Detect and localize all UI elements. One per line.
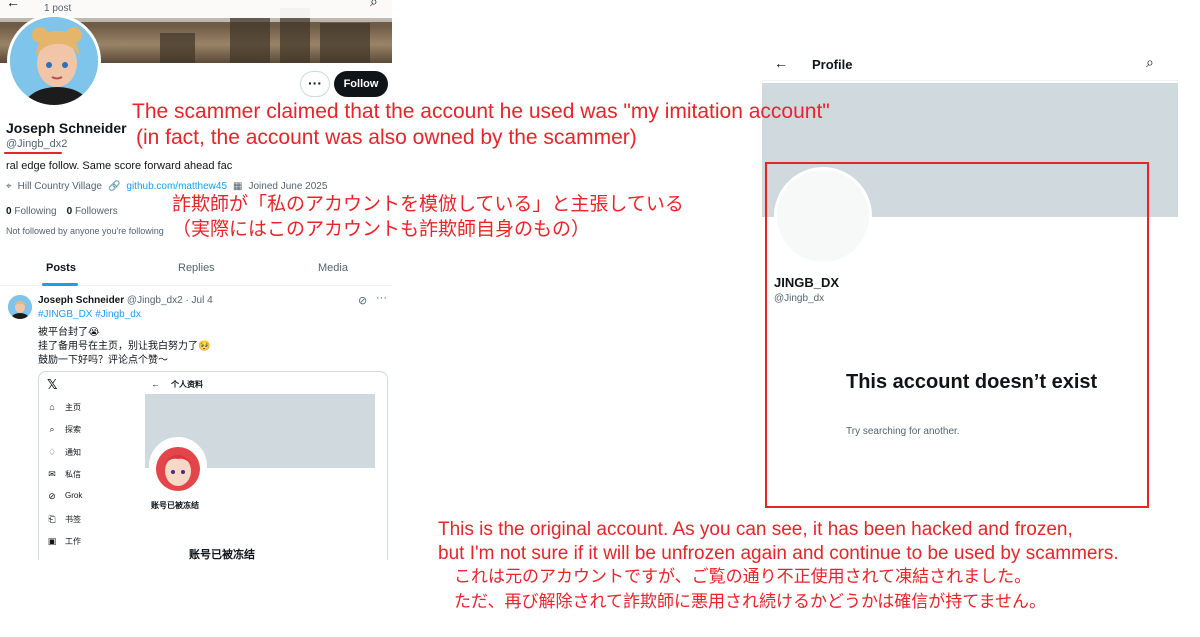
embed-nav-item: ⌕ 探索 <box>47 424 81 435</box>
home-icon: ⌂ <box>49 402 55 412</box>
search-icon[interactable]: ⌕ <box>1146 54 1154 71</box>
more-options-button[interactable]: ··· <box>300 71 330 97</box>
embed-nav-item: ⊘ Grok <box>48 491 83 501</box>
annotation-en-3: This is the original account. As you can… <box>438 519 1073 540</box>
back-arrow-icon: ← <box>151 379 160 389</box>
link-icon: 🔗 <box>107 181 121 192</box>
scammer-profile-screenshot: ← 1 post ⌕ ··· Follow Joseph Schneider @… <box>0 0 392 560</box>
display-name: Joseph Schneider <box>6 120 127 136</box>
embed-nav-item: ♢ 通知 <box>47 447 81 457</box>
location-icon: ⌖ <box>6 181 12 192</box>
annotation-en-1: The scammer claimed that the account he … <box>132 100 830 123</box>
tweet-header: Joseph Schneider @Jingb_dx2 · Jul 4 <box>38 295 213 306</box>
profile-meta: ⌖ Hill Country Village 🔗 github.com/matt… <box>6 181 327 192</box>
tab-posts[interactable]: Posts <box>46 262 76 274</box>
profile-tabs: Posts Replies Media <box>0 254 392 286</box>
website-link[interactable]: github.com/matthew45 <box>126 181 227 192</box>
grok-icon: ⊘ <box>48 491 56 501</box>
frozen-label: 账号已被冻结 <box>151 501 199 510</box>
follow-stats: 0 Following 0 Followers <box>6 206 118 217</box>
tweet-more-icon[interactable]: ··· <box>376 292 387 304</box>
tweet-meta: @Jingb_dx2 · Jul 4 <box>126 295 213 306</box>
search-icon: ⌕ <box>49 424 55 434</box>
not-followed-notice: Not followed by anyone you're following <box>6 226 164 236</box>
handle-underline-annotation <box>4 152 62 154</box>
back-arrow-icon[interactable]: ← <box>6 0 20 10</box>
annotation-jp-4: ただ、再び解除されて詐欺師に悪用され続けるかどうかは確信が持てません。 <box>454 592 1046 611</box>
embed-avatar <box>149 437 207 495</box>
calendar-icon: ▦ <box>233 181 243 192</box>
grok-icon[interactable]: ⊘ <box>358 294 367 307</box>
embed-nav-item: ⎗ 书签 <box>48 514 81 524</box>
embed-nav-item: ▣ 工作 <box>47 536 81 546</box>
embed-nav-item: ✉ 私信 <box>48 469 81 479</box>
followers-link[interactable]: 0 Followers <box>67 206 118 217</box>
location: Hill Country Village <box>17 181 102 192</box>
annotation-jp-1: 詐欺師が「私のアカウントを模倣している」と主張している <box>172 194 684 215</box>
frozen-message: 账号已被冻结 <box>189 549 255 560</box>
highlight-box-annotation <box>765 162 1149 508</box>
annotation-jp-2: （実際にはこのアカウントも詐欺師自身のもの） <box>172 219 591 240</box>
embed-nav-item: ⌂ 主页 <box>47 402 81 413</box>
tab-replies[interactable]: Replies <box>178 262 215 274</box>
annotation-jp-3: これは元のアカウントですが、ご覧の通り不正使用されて凍結されました。 <box>454 567 1032 586</box>
tweet-embedded-image[interactable]: 𝕏 ⌂ 主页 ⌕ 探索 ♢ 通知 ✉ 私信 ⊘ Grok ⎗ 书签 ▣ 工作 ← 个人资料 账… <box>38 371 388 560</box>
active-tab-indicator <box>42 283 78 286</box>
tab-media[interactable]: Media <box>318 262 348 274</box>
joined-date: Joined June 2025 <box>248 181 328 192</box>
avatar[interactable] <box>7 14 101 108</box>
annotation-en-2: (in fact, the account was also owned by … <box>136 126 637 149</box>
tweet-hashtags[interactable]: #JINGB_DX #Jingb_dx <box>38 309 141 320</box>
following-link[interactable]: 0 Following <box>6 206 57 217</box>
mail-icon: ✉ <box>48 469 56 479</box>
tweet-text-line: 鼓励一下好吗？评论点个赞～ <box>38 355 168 366</box>
bell-icon: ♢ <box>47 447 57 457</box>
divider <box>762 80 1178 81</box>
tweet-avatar[interactable] <box>8 295 32 319</box>
search-icon[interactable]: ⌕ <box>370 0 378 10</box>
embed-title: 个人资料 <box>171 380 203 389</box>
x-logo-icon: 𝕏 <box>47 377 58 392</box>
bookmark-icon: ⎗ <box>48 514 56 524</box>
page-title: Profile <box>812 57 853 72</box>
post-count: 1 post <box>44 3 72 14</box>
back-arrow-icon[interactable]: ← <box>774 55 788 71</box>
briefcase-icon: ▣ <box>47 536 57 546</box>
bio: ral edge follow. Same score forward ahea… <box>6 160 233 172</box>
tweet-text-line: 被平台封了😭 <box>38 327 100 338</box>
tweet-author[interactable]: Joseph Schneider <box>38 295 124 306</box>
follow-button[interactable]: Follow <box>334 71 388 97</box>
handle: @Jingb_dx2 <box>6 138 68 150</box>
tweet-text-line: 挂了备用号在主页，别让我白努力了🥺 <box>38 341 211 352</box>
annotation-en-4: but I'm not sure if it will be unfrozen … <box>438 543 1119 564</box>
